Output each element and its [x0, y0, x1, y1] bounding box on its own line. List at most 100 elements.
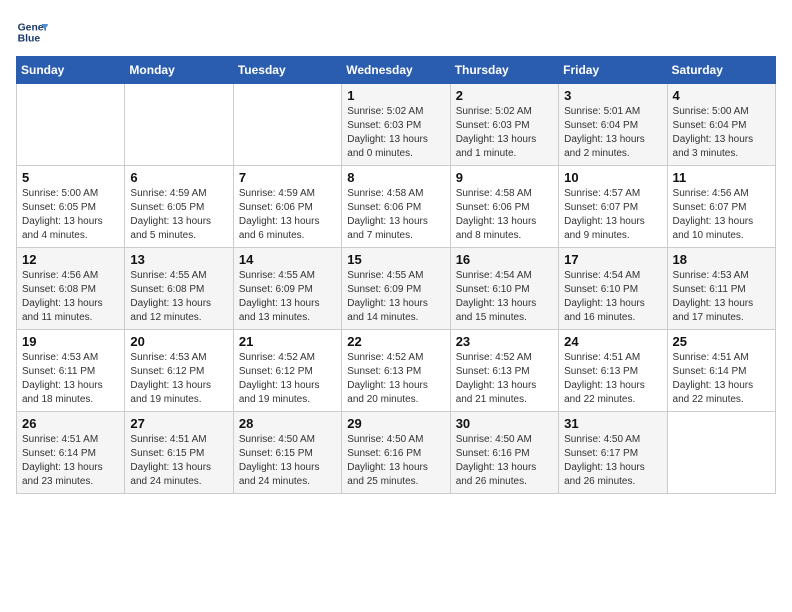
day-number: 1 [347, 88, 444, 103]
day-cell: 5 Sunrise: 5:00 AM Sunset: 6:05 PM Daylig… [17, 166, 125, 248]
day-info: Sunrise: 4:51 AM Sunset: 6:14 PM Dayligh… [22, 433, 119, 489]
day-number: 30 [456, 416, 553, 431]
day-cell: 10 Sunrise: 4:57 AM Sunset: 6:07 PM Dayli… [559, 166, 667, 248]
day-info: Sunrise: 4:59 AM Sunset: 6:06 PM Dayligh… [239, 187, 336, 243]
week-row-1: 1 Sunrise: 5:02 AM Sunset: 6:03 PM Daylig… [17, 84, 776, 166]
day-cell: 2 Sunrise: 5:02 AM Sunset: 6:03 PM Daylig… [450, 84, 558, 166]
day-info: Sunrise: 4:55 AM Sunset: 6:09 PM Dayligh… [347, 269, 444, 325]
day-number: 10 [564, 170, 661, 185]
day-info: Sunrise: 4:50 AM Sunset: 6:15 PM Dayligh… [239, 433, 336, 489]
day-cell: 26 Sunrise: 4:51 AM Sunset: 6:14 PM Dayli… [17, 412, 125, 494]
day-cell: 29 Sunrise: 4:50 AM Sunset: 6:16 PM Dayli… [342, 412, 450, 494]
col-header-tuesday: Tuesday [233, 57, 341, 84]
day-cell: 24Sunrise: 4:51 AM Sunset: 6:13 PM Dayli… [559, 330, 667, 412]
col-header-saturday: Saturday [667, 57, 775, 84]
day-number: 3 [564, 88, 661, 103]
day-number: 8 [347, 170, 444, 185]
day-cell: 21Sunrise: 4:52 AM Sunset: 6:12 PM Dayli… [233, 330, 341, 412]
day-number: 19 [22, 334, 119, 349]
day-cell: 6 Sunrise: 4:59 AM Sunset: 6:05 PM Daylig… [125, 166, 233, 248]
day-cell: 16Sunrise: 4:54 AM Sunset: 6:10 PM Dayli… [450, 248, 558, 330]
day-cell: 8 Sunrise: 4:58 AM Sunset: 6:06 PM Daylig… [342, 166, 450, 248]
col-header-wednesday: Wednesday [342, 57, 450, 84]
page-header: General Blue [16, 16, 776, 48]
day-number: 13 [130, 252, 227, 267]
day-number: 11 [673, 170, 770, 185]
day-info: Sunrise: 4:51 AM Sunset: 6:15 PM Dayligh… [130, 433, 227, 489]
day-number: 27 [130, 416, 227, 431]
day-info: Sunrise: 4:58 AM Sunset: 6:06 PM Dayligh… [347, 187, 444, 243]
day-cell: 9 Sunrise: 4:58 AM Sunset: 6:06 PM Daylig… [450, 166, 558, 248]
svg-text:Blue: Blue [18, 34, 41, 45]
week-row-5: 26 Sunrise: 4:51 AM Sunset: 6:14 PM Dayli… [17, 412, 776, 494]
day-number: 5 [22, 170, 119, 185]
week-row-3: 12 Sunrise: 4:56 AM Sunset: 6:08 PM Dayli… [17, 248, 776, 330]
col-header-monday: Monday [125, 57, 233, 84]
day-info: Sunrise: 4:53 AM Sunset: 6:11 PM Dayligh… [673, 269, 770, 325]
week-row-4: 19Sunrise: 4:53 AM Sunset: 6:11 PM Dayli… [17, 330, 776, 412]
day-number: 12 [22, 252, 119, 267]
day-info: Sunrise: 4:54 AM Sunset: 6:10 PM Dayligh… [564, 269, 661, 325]
day-number: 7 [239, 170, 336, 185]
day-number: 15 [347, 252, 444, 267]
day-cell: 30 Sunrise: 4:50 AM Sunset: 6:16 PM Dayli… [450, 412, 558, 494]
day-cell: 31 Sunrise: 4:50 AM Sunset: 6:17 PM Dayli… [559, 412, 667, 494]
day-info: Sunrise: 4:56 AM Sunset: 6:08 PM Dayligh… [22, 269, 119, 325]
day-number: 29 [347, 416, 444, 431]
day-number: 21 [239, 334, 336, 349]
day-info: Sunrise: 5:00 AM Sunset: 6:05 PM Dayligh… [22, 187, 119, 243]
day-number: 16 [456, 252, 553, 267]
day-number: 9 [456, 170, 553, 185]
day-number: 18 [673, 252, 770, 267]
day-info: Sunrise: 4:56 AM Sunset: 6:07 PM Dayligh… [673, 187, 770, 243]
day-number: 31 [564, 416, 661, 431]
day-number: 24 [564, 334, 661, 349]
col-header-friday: Friday [559, 57, 667, 84]
day-info: Sunrise: 5:00 AM Sunset: 6:04 PM Dayligh… [673, 105, 770, 161]
day-info: Sunrise: 5:02 AM Sunset: 6:03 PM Dayligh… [456, 105, 553, 161]
col-header-thursday: Thursday [450, 57, 558, 84]
day-number: 20 [130, 334, 227, 349]
day-info: Sunrise: 4:59 AM Sunset: 6:05 PM Dayligh… [130, 187, 227, 243]
day-info: Sunrise: 4:50 AM Sunset: 6:16 PM Dayligh… [347, 433, 444, 489]
day-cell: 14 Sunrise: 4:55 AM Sunset: 6:09 PM Dayli… [233, 248, 341, 330]
day-cell: 11 Sunrise: 4:56 AM Sunset: 6:07 PM Dayli… [667, 166, 775, 248]
day-number: 22 [347, 334, 444, 349]
day-cell: 22 Sunrise: 4:52 AM Sunset: 6:13 PM Dayli… [342, 330, 450, 412]
day-info: Sunrise: 4:52 AM Sunset: 6:13 PM Dayligh… [347, 351, 444, 407]
calendar-header-row: SundayMondayTuesdayWednesdayThursdayFrid… [17, 57, 776, 84]
day-cell [233, 84, 341, 166]
day-info: Sunrise: 4:58 AM Sunset: 6:06 PM Dayligh… [456, 187, 553, 243]
day-cell: 28 Sunrise: 4:50 AM Sunset: 6:15 PM Dayli… [233, 412, 341, 494]
day-number: 6 [130, 170, 227, 185]
calendar-table: SundayMondayTuesdayWednesdayThursdayFrid… [16, 56, 776, 494]
day-cell: 27 Sunrise: 4:51 AM Sunset: 6:15 PM Dayli… [125, 412, 233, 494]
day-info: Sunrise: 4:50 AM Sunset: 6:17 PM Dayligh… [564, 433, 661, 489]
day-number: 4 [673, 88, 770, 103]
day-cell: 1Sunrise: 5:02 AM Sunset: 6:03 PM Daylig… [342, 84, 450, 166]
day-cell: 12 Sunrise: 4:56 AM Sunset: 6:08 PM Dayli… [17, 248, 125, 330]
day-number: 14 [239, 252, 336, 267]
day-info: Sunrise: 4:55 AM Sunset: 6:08 PM Dayligh… [130, 269, 227, 325]
day-number: 25 [673, 334, 770, 349]
day-info: Sunrise: 4:53 AM Sunset: 6:12 PM Dayligh… [130, 351, 227, 407]
day-info: Sunrise: 4:52 AM Sunset: 6:13 PM Dayligh… [456, 351, 553, 407]
day-cell [125, 84, 233, 166]
week-row-2: 5 Sunrise: 5:00 AM Sunset: 6:05 PM Daylig… [17, 166, 776, 248]
day-number: 28 [239, 416, 336, 431]
logo: General Blue [16, 16, 52, 48]
day-info: Sunrise: 4:50 AM Sunset: 6:16 PM Dayligh… [456, 433, 553, 489]
day-cell: 19Sunrise: 4:53 AM Sunset: 6:11 PM Dayli… [17, 330, 125, 412]
day-cell: 4 Sunrise: 5:00 AM Sunset: 6:04 PM Daylig… [667, 84, 775, 166]
day-cell: 17 Sunrise: 4:54 AM Sunset: 6:10 PM Dayli… [559, 248, 667, 330]
day-number: 23 [456, 334, 553, 349]
day-number: 26 [22, 416, 119, 431]
day-cell: 3 Sunrise: 5:01 AM Sunset: 6:04 PM Daylig… [559, 84, 667, 166]
day-number: 2 [456, 88, 553, 103]
day-info: Sunrise: 4:55 AM Sunset: 6:09 PM Dayligh… [239, 269, 336, 325]
day-number: 17 [564, 252, 661, 267]
day-cell: 23 Sunrise: 4:52 AM Sunset: 6:13 PM Dayli… [450, 330, 558, 412]
day-info: Sunrise: 5:01 AM Sunset: 6:04 PM Dayligh… [564, 105, 661, 161]
day-info: Sunrise: 4:51 AM Sunset: 6:14 PM Dayligh… [673, 351, 770, 407]
day-info: Sunrise: 4:57 AM Sunset: 6:07 PM Dayligh… [564, 187, 661, 243]
